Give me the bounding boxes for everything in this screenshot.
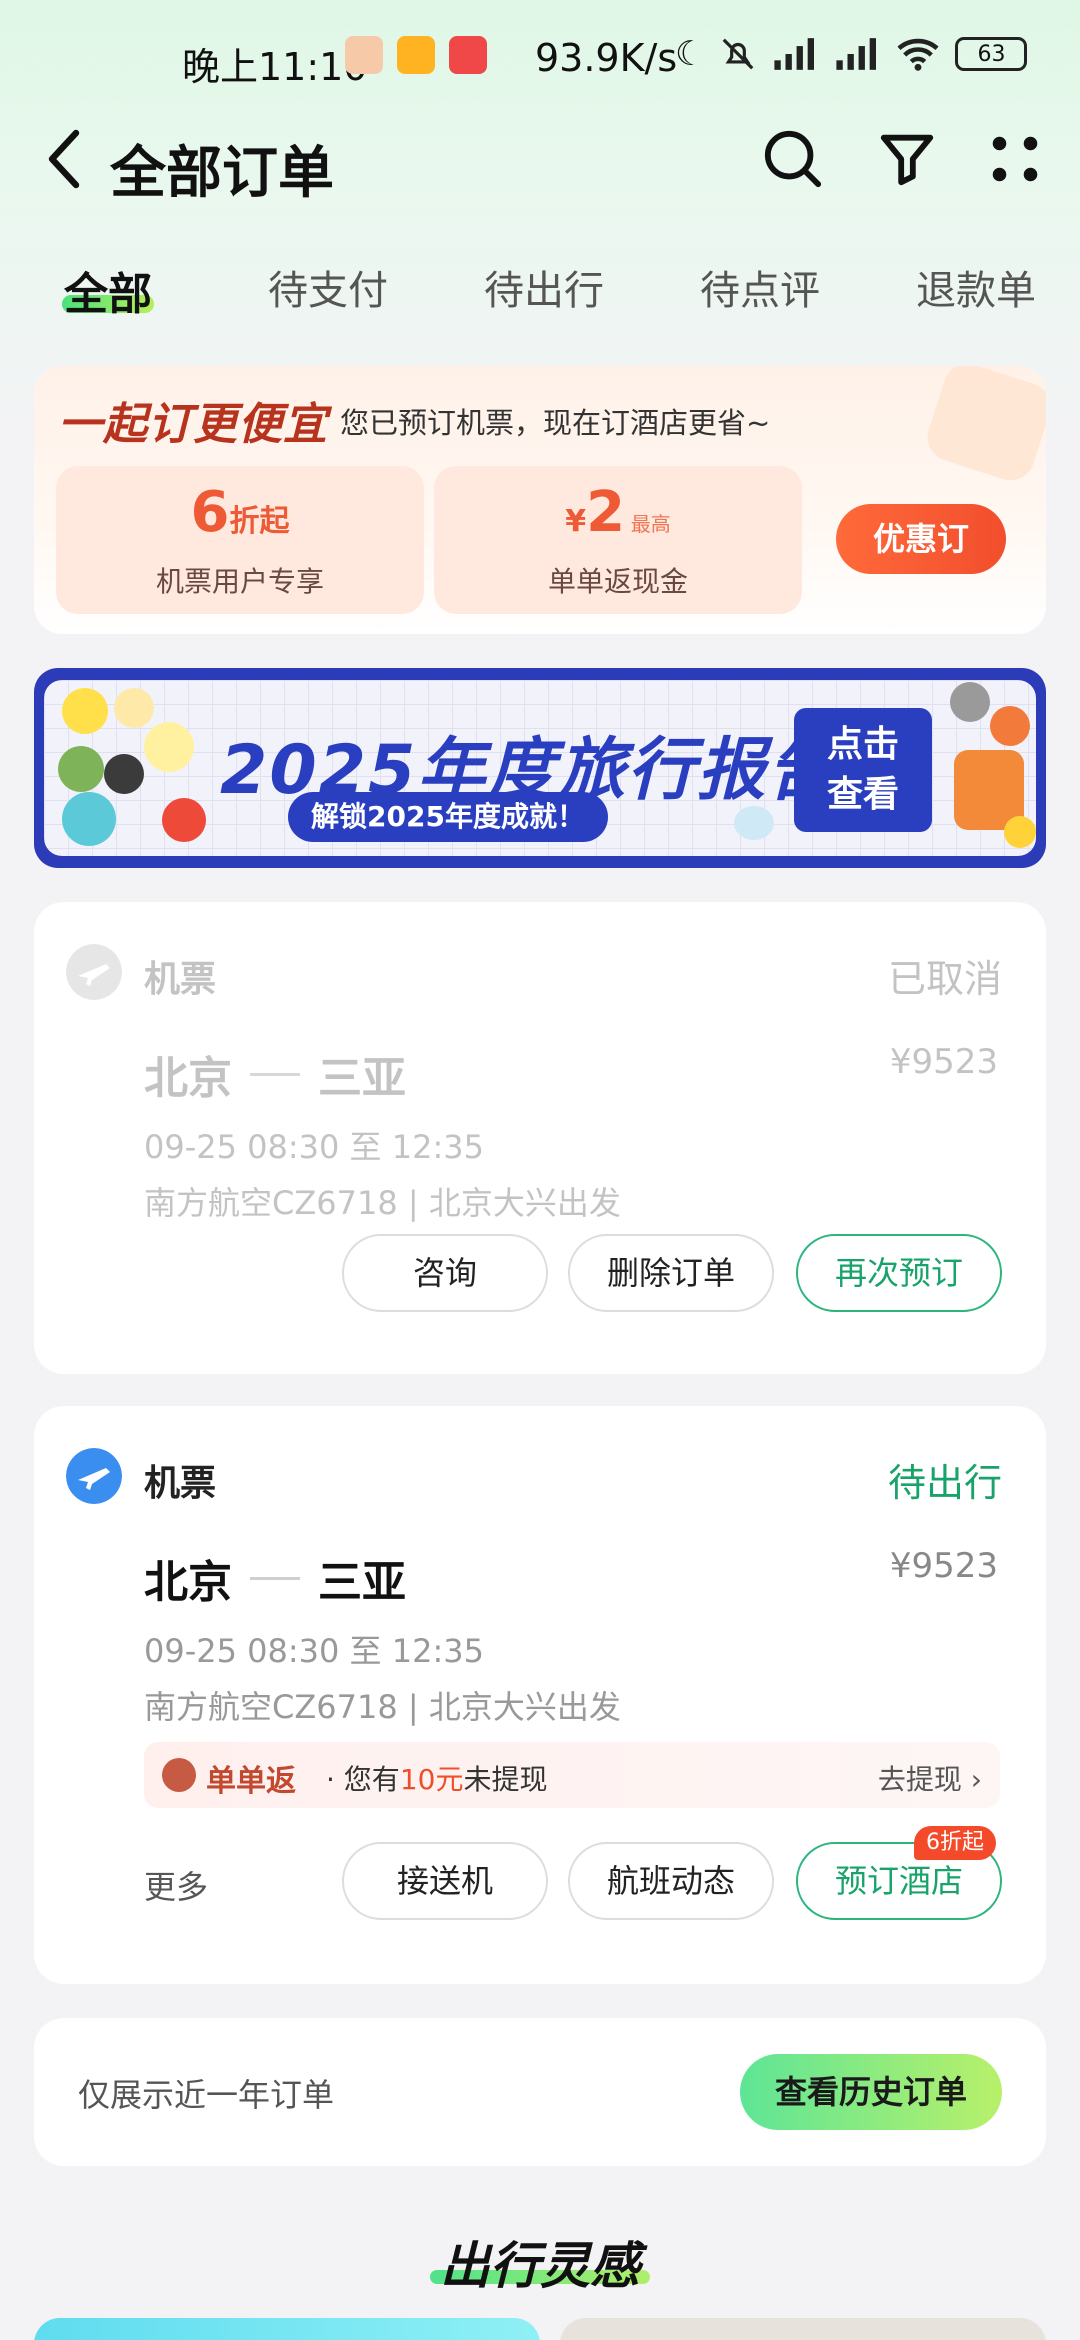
banner-view-button[interactable]: 点击 查看 [794,708,932,832]
smile-icon [162,1758,196,1792]
order-status: 待出行 [887,1461,1002,1505]
airport-transfer-button[interactable]: 接送机 [342,1842,548,1920]
page-title: 全部订单 [110,141,334,206]
signal-icon [774,38,815,70]
more-button[interactable]: 更多 [144,1862,208,1908]
flight-status-button[interactable]: 航班动态 [568,1842,774,1920]
video-app-icon [397,36,435,74]
tab-pending-review[interactable]: 待点评 [700,258,820,316]
view-history-button[interactable]: 查看历史订单 [740,2054,1002,2130]
battery-icon: 63 [955,37,1028,71]
order-price: ¥9523 [889,1546,998,1586]
route-to: 三亚 [318,1557,406,1608]
route-from: 北京 [144,1557,232,1608]
travel-report-banner[interactable]: 2025年度旅行报告 解锁2025年度成就！ 点击 查看 [34,668,1046,868]
status-bar: 晚上11:10 93.9K/s ☾ 63 [0,0,1080,120]
cashback-sub: 单单返现金 [547,565,688,598]
smiley-sticker-icon [62,688,108,734]
mute-bell-icon [723,38,754,70]
withdraw-link[interactable]: 去提现 › [878,1758,982,1798]
hotel-promo-card: 一起订更便宜 您已预订机票，现在订酒店更省~ 6折起 机票用户专享 ¥2 最高 … [34,366,1046,634]
sticker-icon [162,798,206,842]
chevron-right-icon: › [970,1763,982,1796]
cashback-box: ¥2 最高 单单返现金 [434,466,802,614]
order-time: 09-25 08:30 至 12:35 [144,1632,484,1670]
discount-box: 6折起 机票用户专享 [56,466,424,614]
order-flight-detail: 南方航空CZ6718 | 北京大兴出发 [144,1688,621,1726]
record-sticker-icon [104,754,144,794]
inspiration-card[interactable] [34,2318,540,2340]
cashback-suffix: 未提现 [463,1763,548,1796]
search-icon[interactable] [762,128,824,190]
cashback-currency: ¥ [565,504,587,539]
route-from: 北京 [144,1053,232,1104]
inspiration-card[interactable] [560,2318,1046,2340]
order-flight-detail: 南方航空CZ6718 | 北京大兴出发 [144,1184,621,1222]
tab-refunds[interactable]: 退款单 [916,258,1036,316]
lamp-sticker-icon [144,722,194,772]
more-dots-icon[interactable] [984,128,1046,190]
filter-icon[interactable] [876,128,938,190]
banner-cta-line1: 点击 [826,724,899,765]
history-note: 仅展示近一年订单 [78,2076,335,2114]
order-card-pending[interactable]: 机票 待出行 北京 三亚 ¥9523 09-25 08:30 至 12:35 南… [34,1406,1046,1984]
landscape-sticker-icon [58,746,104,792]
order-status: 已取消 [887,957,1002,1001]
cashback-amount: 10元 [399,1763,464,1796]
inspiration-title: 出行灵感 [440,2237,640,2295]
tab-all[interactable]: 全部 [64,258,152,322]
order-category: 机票 [144,1463,217,1504]
history-card: 仅展示近一年订单 查看历史订单 [34,2018,1046,2166]
order-card-cancelled[interactable]: 机票 已取消 北京 三亚 ¥9523 09-25 08:30 至 12:35 南… [34,902,1046,1374]
discount-sub: 机票用户专享 [155,565,324,598]
cashback-text: · 您有10元未提现 [326,1758,547,1798]
system-icons: ☾ 63 [675,34,1028,74]
consult-button[interactable]: 咨询 [342,1234,548,1312]
promo-decoration [921,366,1046,487]
tab-pending-travel[interactable]: 待出行 [484,258,604,316]
cashback-value: 2 [586,480,626,545]
hotel-discount-badge: 6折起 [914,1826,996,1860]
tab-pending-payment[interactable]: 待支付 [268,258,388,316]
delete-order-button[interactable]: 删除订单 [568,1234,774,1312]
route-arrow-icon [250,1072,300,1076]
star-sticker-icon [1004,816,1036,848]
withdraw-label: 去提现 [877,1763,962,1796]
car-sticker-icon [990,706,1030,746]
discount-unit: 折起 [229,504,290,539]
order-price: ¥9523 [889,1042,998,1082]
drink-sticker-icon [950,682,990,722]
rebook-button[interactable]: 再次预订 [796,1234,1002,1312]
app-notification-icon [345,36,383,74]
order-time: 09-25 08:30 至 12:35 [144,1128,484,1166]
cashback-unit: 最高 [630,512,671,536]
promo-description: 您已预订机票，现在订酒店更省~ [340,406,771,440]
banner-cta-line2: 查看 [826,774,899,815]
moon-icon: ☾ [675,34,706,74]
cashback-name: 单单返 [206,1764,296,1799]
signal-icon [836,38,877,70]
map-pin-sticker-icon [62,792,116,846]
order-route: 北京 三亚 [144,1042,406,1106]
route-arrow-icon [250,1576,300,1580]
cashback-prefix: · 您有 [326,1763,400,1796]
plane-icon [66,944,122,1000]
cashback-strip[interactable]: 单单返 · 您有10元未提现 去提现 › [144,1742,1000,1808]
banner-background: 2025年度旅行报告 解锁2025年度成就！ 点击 查看 [44,680,1036,856]
order-route: 北京 三亚 [144,1546,406,1610]
back-arrow-icon[interactable] [40,125,88,193]
network-speed: 93.9K/s [535,36,678,80]
plane-icon [66,1448,122,1504]
status-time: 晚上11:10 [182,45,368,89]
wifi-icon [897,38,940,71]
order-category: 机票 [144,959,217,1000]
app-notification-icon [449,36,487,74]
icecream-sticker-icon [114,688,154,728]
promo-book-button[interactable]: 优惠订 [836,504,1006,574]
notification-icons [345,36,487,74]
discount-value: 6 [190,480,230,545]
banner-subtitle: 解锁2025年度成就！ [288,792,608,842]
promo-slogan: 一起订更便宜 [58,399,328,450]
route-to: 三亚 [318,1053,406,1104]
